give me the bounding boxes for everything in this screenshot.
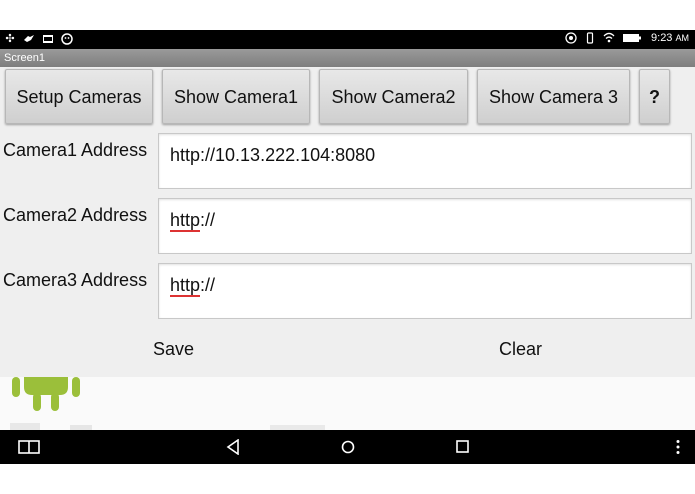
android-logo-area bbox=[0, 377, 695, 430]
recent-apps-icon[interactable] bbox=[18, 440, 40, 459]
image-icon bbox=[42, 33, 54, 45]
navigation-bar bbox=[0, 430, 695, 464]
wifi-icon bbox=[603, 32, 615, 44]
camera2-address-value: :// bbox=[200, 210, 216, 230]
help-button[interactable]: ? bbox=[639, 69, 670, 124]
camera3-address-value: :// bbox=[200, 275, 216, 295]
title-bar: Screen1 bbox=[0, 49, 695, 67]
setup-cameras-button[interactable]: Setup Cameras bbox=[5, 69, 153, 124]
show-camera1-button[interactable]: Show Camera1 bbox=[162, 69, 310, 124]
vibrate-icon bbox=[584, 32, 596, 44]
app-content: Setup Cameras Show Camera1 Show Camera2 … bbox=[0, 67, 695, 377]
menu-icon[interactable] bbox=[675, 439, 681, 460]
bird-icon bbox=[23, 33, 35, 45]
clear-button[interactable]: Clear bbox=[499, 339, 542, 360]
face-icon bbox=[61, 33, 73, 45]
battery-icon bbox=[622, 32, 642, 44]
target-icon bbox=[565, 32, 577, 44]
back-icon[interactable] bbox=[226, 438, 240, 460]
spellcheck-underlined-text: http bbox=[170, 275, 201, 297]
save-button[interactable]: Save bbox=[153, 339, 194, 360]
notification-icon: ✣ bbox=[5, 33, 15, 45]
camera1-address-field[interactable]: http://10.13.222.104:8080 bbox=[158, 133, 692, 189]
status-bar: ✣ 9:23 AM bbox=[0, 30, 695, 49]
screen-title: Screen1 bbox=[4, 52, 45, 64]
status-right-icons: 9:23 AM bbox=[565, 32, 689, 44]
home-icon[interactable] bbox=[341, 440, 355, 459]
camera2-address-field[interactable]: http:// bbox=[158, 198, 692, 254]
show-camera3-button[interactable]: Show Camera 3 bbox=[477, 69, 630, 124]
show-camera2-button[interactable]: Show Camera2 bbox=[319, 69, 468, 124]
camera2-address-label: Camera2 Address bbox=[3, 205, 148, 225]
android-robot-icon bbox=[10, 377, 325, 430]
camera1-address-label: Camera1 Address bbox=[3, 140, 148, 160]
status-left-icons: ✣ bbox=[4, 33, 73, 45]
overview-icon[interactable] bbox=[456, 440, 469, 458]
camera3-address-label: Camera3 Address bbox=[3, 270, 148, 290]
spellcheck-underlined-text: http bbox=[170, 210, 201, 232]
camera3-address-field[interactable]: http:// bbox=[158, 263, 692, 319]
camera1-address-value: http://10.13.222.104:8080 bbox=[170, 145, 376, 165]
clock: 9:23 AM bbox=[651, 32, 689, 44]
